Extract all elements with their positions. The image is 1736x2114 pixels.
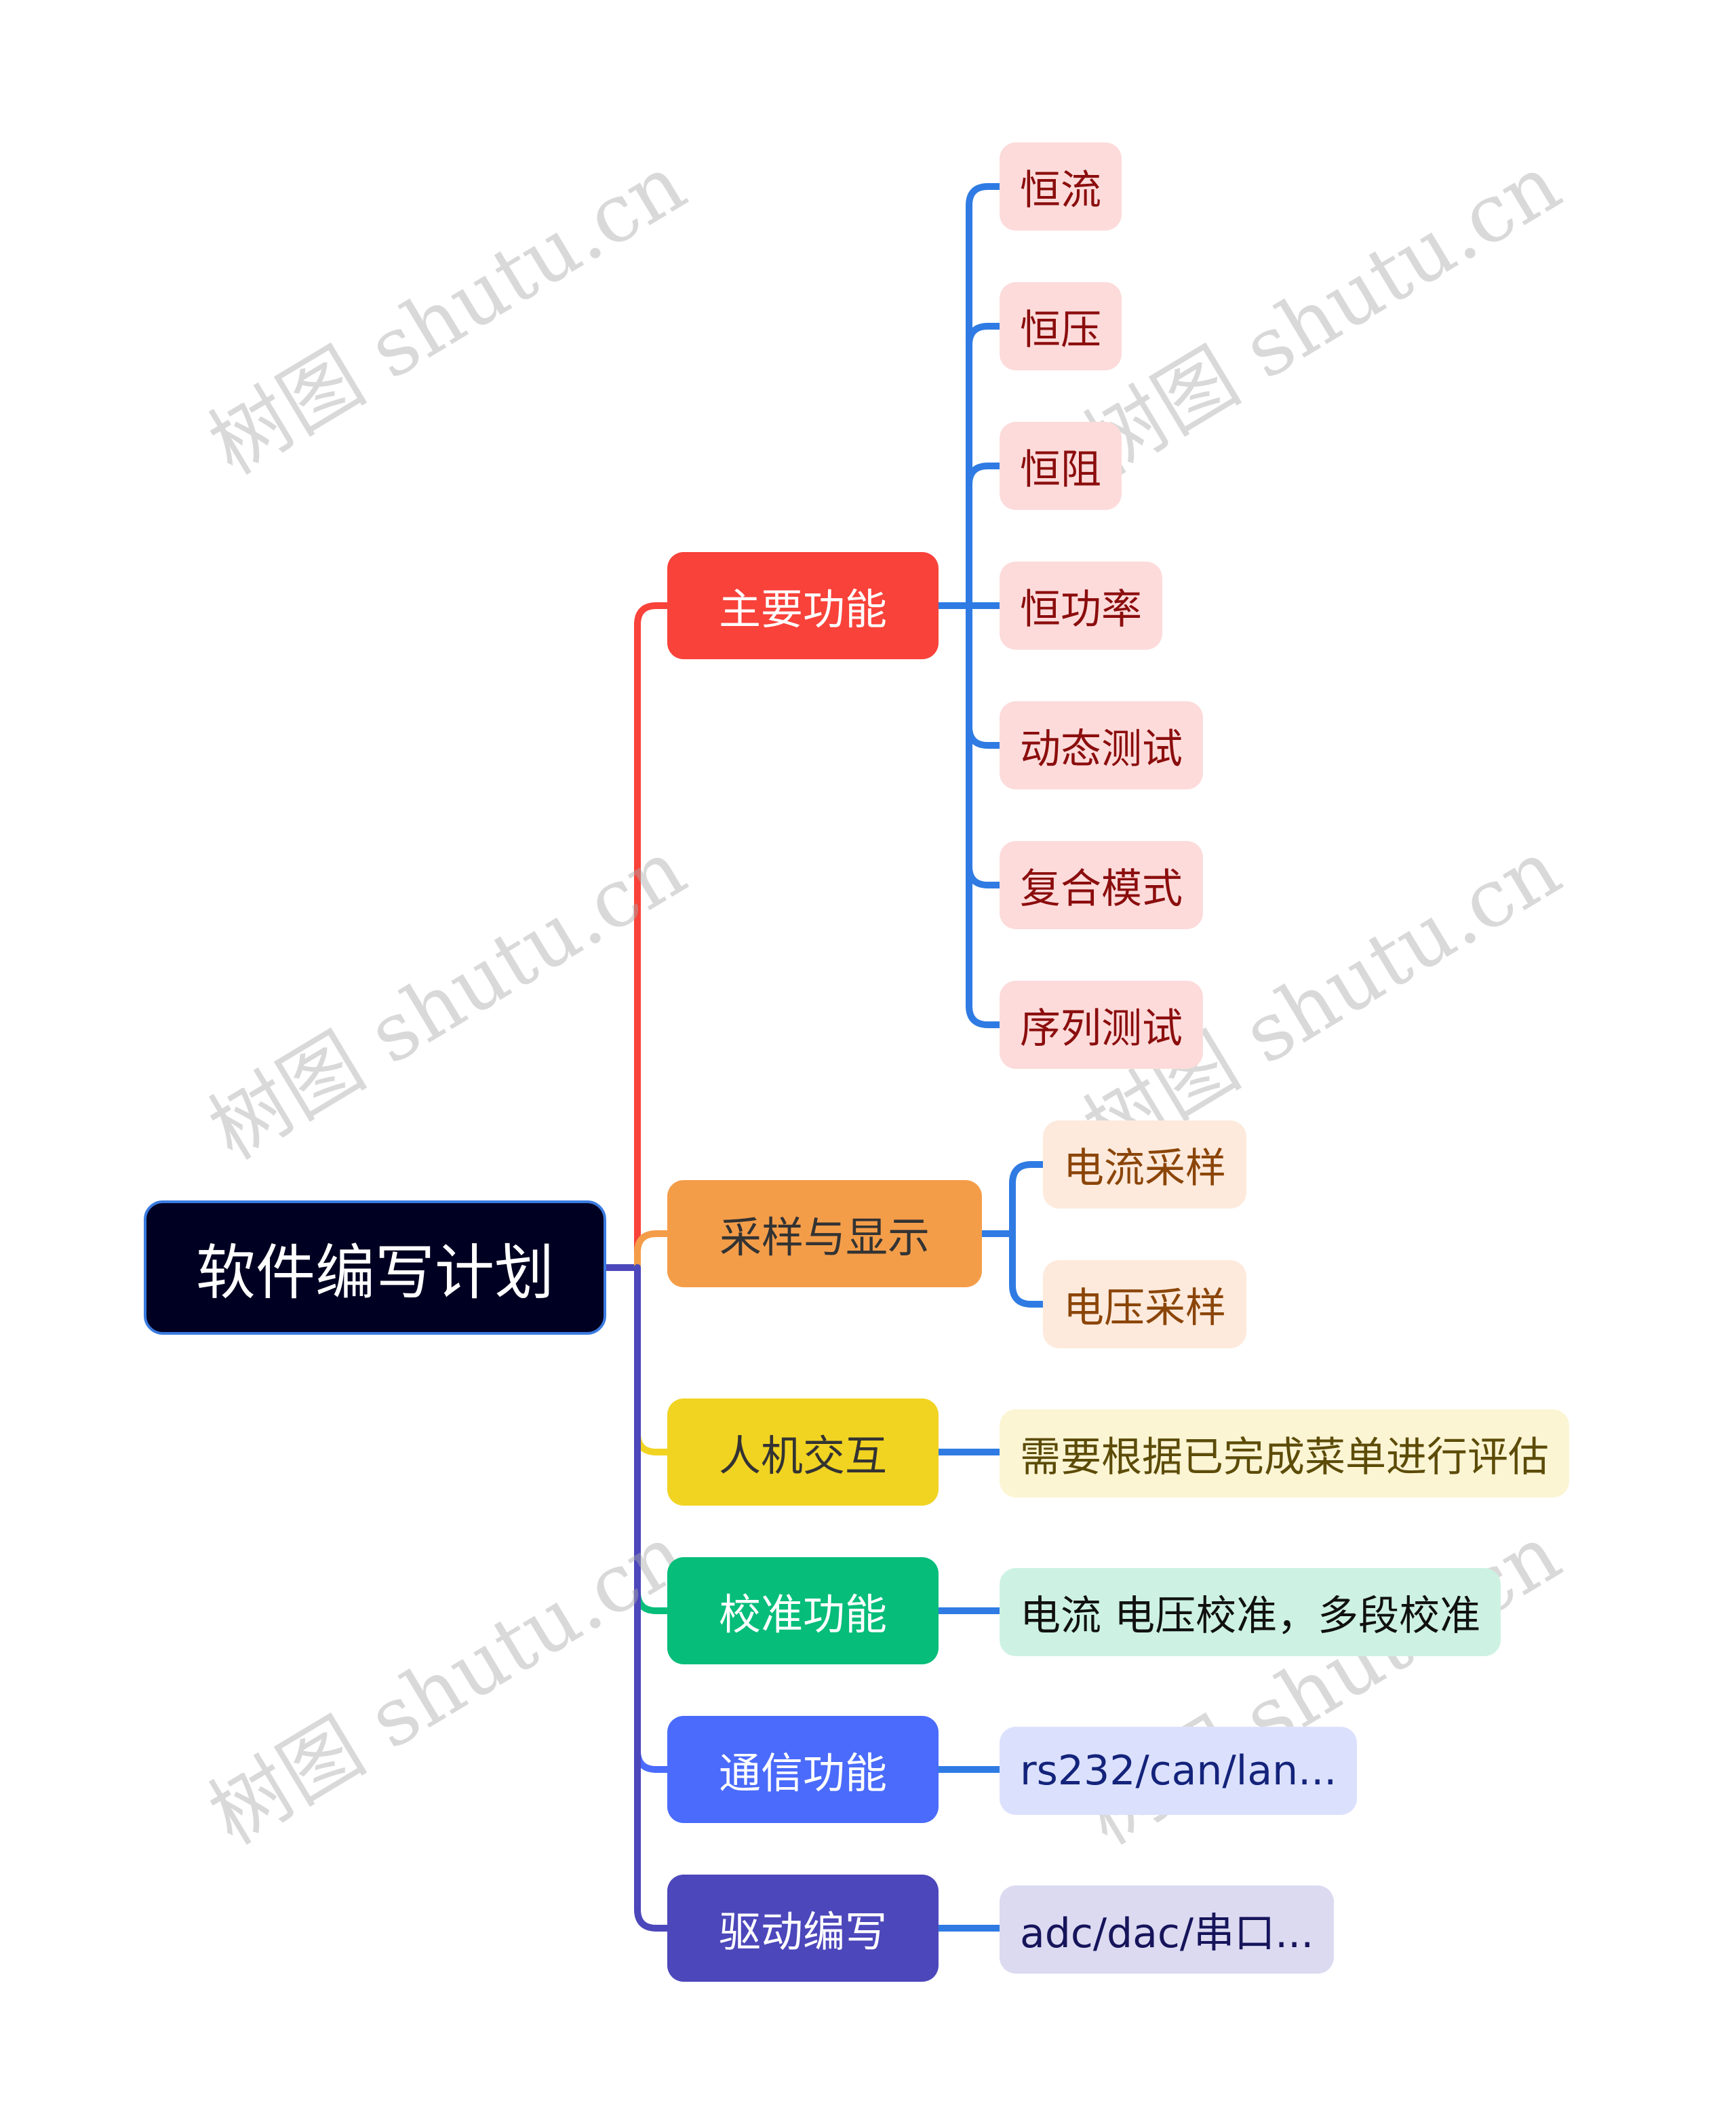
- branch-connector: [634, 1264, 671, 1614]
- leaf-label: 恒流: [1020, 166, 1101, 214]
- leaf-connector: [966, 183, 1003, 609]
- branch-connector: [634, 1264, 671, 1773]
- branch-label: 人机交互: [718, 1431, 887, 1481]
- mindmap-canvas: 树图 shutu.cn 树图 shutu.cn 树图 shutu.cn 树图 s…: [0, 0, 1736, 2114]
- root-label: 软件编写计划: [195, 1237, 554, 1308]
- leaf-constant-power[interactable]: 恒功率: [1000, 562, 1162, 650]
- leaf-label: 恒功率: [1020, 585, 1142, 633]
- leaf-current-sampling[interactable]: 电流采样: [1043, 1120, 1246, 1209]
- leaf-dynamic-test[interactable]: 动态测试: [1000, 701, 1203, 789]
- branch-label: 驱动编写: [718, 1907, 887, 1957]
- leaf-connector: [966, 463, 1003, 609]
- leaf-label: 恒压: [1020, 306, 1101, 354]
- branch-label: 采样与显示: [719, 1213, 930, 1262]
- leaf-constant-current[interactable]: 恒流: [1000, 142, 1122, 231]
- leaf-composite-mode[interactable]: 复合模式: [1000, 841, 1203, 929]
- leaf-constant-voltage[interactable]: 恒压: [1000, 282, 1122, 370]
- leaf-label: 序列测试: [1020, 1004, 1183, 1053]
- leaf-label: 恒阻: [1020, 446, 1101, 494]
- branch-driver[interactable]: 驱动编写: [667, 1875, 939, 1982]
- leaf-label: 需要根据已完成菜单进行评估: [1020, 1433, 1549, 1481]
- leaf-connector: [966, 602, 1003, 749]
- leaf-label: 电流 电压校准，多段校准: [1020, 1592, 1481, 1640]
- leaf-communication-note[interactable]: rs232/can/lan...: [1000, 1727, 1358, 1815]
- leaf-hmi-note[interactable]: 需要根据已完成菜单进行评估: [1000, 1409, 1569, 1498]
- branch-main-functions[interactable]: 主要功能: [667, 552, 939, 659]
- leaf-label: 电压采样: [1063, 1284, 1226, 1332]
- leaf-connector: [966, 602, 1003, 1028]
- leaf-voltage-sampling[interactable]: 电压采样: [1043, 1260, 1246, 1348]
- branch-communication[interactable]: 通信功能: [667, 1716, 939, 1823]
- branch-connector: [634, 1230, 671, 1271]
- leaf-label: 电流采样: [1063, 1144, 1226, 1192]
- branch-sampling-display[interactable]: 采样与显示: [667, 1180, 982, 1287]
- leaf-label: 复合模式: [1020, 865, 1183, 913]
- branch-label: 通信功能: [718, 1748, 887, 1798]
- leaf-label: rs232/can/lan...: [1020, 1747, 1337, 1795]
- leaf-label: adc/dac/串口...: [1020, 1909, 1314, 1957]
- leaf-calibration-note[interactable]: 电流 电压校准，多段校准: [1000, 1568, 1501, 1656]
- branch-connector: [634, 602, 671, 1271]
- leaf-connector: [1009, 1161, 1046, 1237]
- branch-connector: [634, 1264, 671, 1932]
- branch-label: 校准功能: [718, 1590, 887, 1639]
- leaf-constant-resistance[interactable]: 恒阻: [1000, 422, 1122, 510]
- branch-connector: [634, 1264, 671, 1455]
- leaf-connector: [1009, 1230, 1046, 1308]
- leaf-label: 动态测试: [1020, 725, 1183, 773]
- branch-hmi[interactable]: 人机交互: [667, 1398, 939, 1506]
- leaf-driver-note[interactable]: adc/dac/串口...: [1000, 1885, 1335, 1974]
- root-node[interactable]: 软件编写计划: [144, 1200, 606, 1335]
- leaf-sequence-test[interactable]: 序列测试: [1000, 981, 1203, 1069]
- branch-label: 主要功能: [718, 585, 887, 634]
- branch-calibration[interactable]: 校准功能: [667, 1557, 939, 1664]
